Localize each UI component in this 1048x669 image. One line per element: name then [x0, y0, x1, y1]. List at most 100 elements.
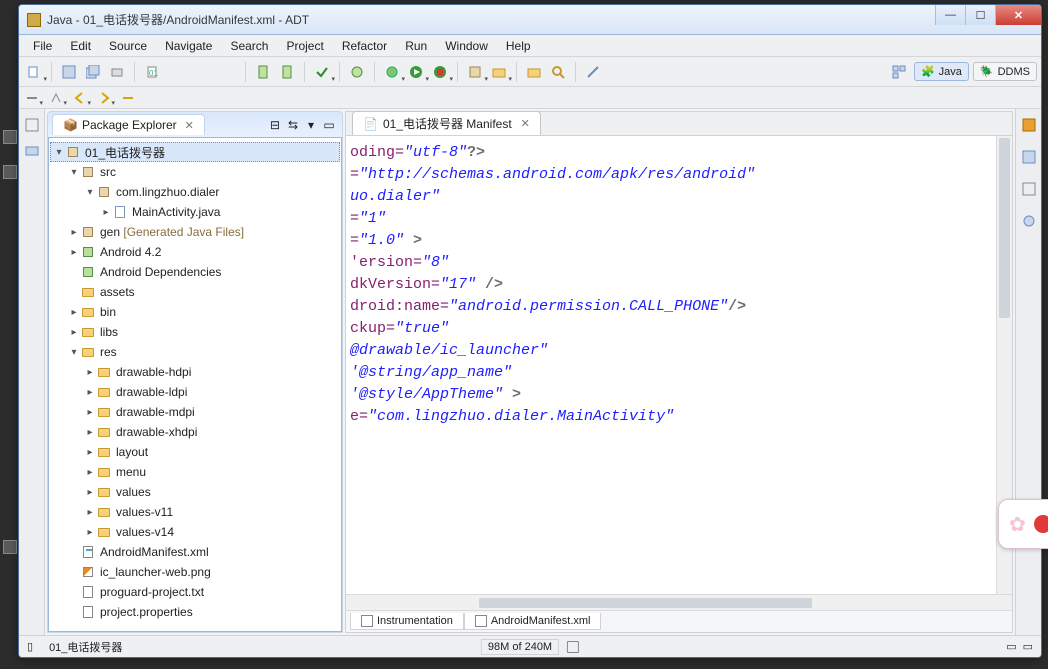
- wand-button[interactable]: [582, 61, 604, 83]
- tree-bin[interactable]: ▸bin: [50, 302, 340, 322]
- menu-navigate[interactable]: Navigate: [157, 37, 220, 55]
- tree-package[interactable]: ▾com.lingzhuo.dialer: [50, 182, 340, 202]
- home-button[interactable]: [119, 89, 137, 107]
- save-button[interactable]: [58, 61, 80, 83]
- trim-icon-1[interactable]: [1021, 117, 1037, 133]
- new-folder-button[interactable]: ▾: [488, 61, 510, 83]
- tree-java-file[interactable]: ▸MainActivity.java: [50, 202, 340, 222]
- menu-run[interactable]: Run: [397, 37, 435, 55]
- window-maximize-button[interactable]: ☐: [965, 5, 995, 25]
- menu-window[interactable]: Window: [437, 37, 496, 55]
- step-button[interactable]: ▾: [47, 89, 65, 107]
- perspective-java[interactable]: 🧩Java: [914, 62, 969, 81]
- explorer-tab[interactable]: 📦 Package Explorer ✕: [52, 114, 205, 135]
- open-perspective-button[interactable]: [888, 61, 910, 83]
- tree-res-folder[interactable]: ▸drawable-ldpi: [50, 382, 340, 402]
- folder-icon: [98, 448, 110, 457]
- tree-res-folder[interactable]: ▸values-v14: [50, 522, 340, 542]
- window-minimize-button[interactable]: —: [935, 5, 965, 25]
- tree-src[interactable]: ▾src: [50, 162, 340, 182]
- editor-tab-active[interactable]: 📄 01_电话拨号器 Manifest ✕: [352, 111, 541, 135]
- editor-h-scrollbar[interactable]: [346, 594, 1012, 610]
- folder-icon: [98, 428, 110, 437]
- bottom-tab-instrumentation[interactable]: Instrumentation: [350, 613, 464, 630]
- tree-res-folder[interactable]: ▸menu: [50, 462, 340, 482]
- save-all-button[interactable]: [82, 61, 104, 83]
- tree-res[interactable]: ▾res: [50, 342, 340, 362]
- minimized-view-icon[interactable]: [24, 143, 40, 159]
- close-view-icon[interactable]: ✕: [185, 119, 194, 132]
- dock-red-icon[interactable]: [1034, 515, 1048, 533]
- scroll-thumb[interactable]: [999, 138, 1010, 318]
- tree-res-folder[interactable]: ▸values-v11: [50, 502, 340, 522]
- tree-res-folder[interactable]: ▸drawable-mdpi: [50, 402, 340, 422]
- editor-tabbar: 📄 01_电话拨号器 Manifest ✕: [346, 112, 1012, 136]
- status-right-icon-1[interactable]: ▭: [1006, 640, 1016, 653]
- tree-android-lib[interactable]: ▸Android 4.2: [50, 242, 340, 262]
- tree-gen[interactable]: ▸gen [Generated Java Files]: [50, 222, 340, 242]
- tree-res-folder[interactable]: ▸values: [50, 482, 340, 502]
- sdk-manager-button[interactable]: 01: [141, 61, 163, 83]
- menu-help[interactable]: Help: [498, 37, 539, 55]
- close-editor-icon[interactable]: ✕: [521, 117, 530, 130]
- window-close-button[interactable]: ✕: [995, 5, 1041, 25]
- check-button[interactable]: ▾: [311, 61, 333, 83]
- right-trim: [1015, 109, 1041, 635]
- restore-view-icon[interactable]: [24, 117, 40, 133]
- tree-manifest-file[interactable]: ▸AndroidManifest.xml: [50, 542, 340, 562]
- tree-assets[interactable]: ▸assets: [50, 282, 340, 302]
- tree-launcher-file[interactable]: ▸ic_launcher-web.png: [50, 562, 340, 582]
- tree-label: Android Dependencies: [100, 265, 221, 279]
- tree-android-deps[interactable]: ▸Android Dependencies: [50, 262, 340, 282]
- avd-up-button[interactable]: [276, 61, 298, 83]
- nav-toolbar: ▾ ▾ ▾ ▾: [19, 87, 1041, 109]
- tree-label: drawable-ldpi: [116, 385, 187, 399]
- new-class-button[interactable]: [346, 61, 368, 83]
- debug-button[interactable]: ▾: [381, 61, 403, 83]
- menu-file[interactable]: File: [25, 37, 60, 55]
- new-button[interactable]: ▾: [23, 61, 45, 83]
- perspective-ddms[interactable]: 🪲DDMS: [973, 62, 1037, 81]
- menu-source[interactable]: Source: [101, 37, 155, 55]
- search-button[interactable]: [547, 61, 569, 83]
- menu-refactor[interactable]: Refactor: [334, 37, 395, 55]
- minimize-view-button[interactable]: ▭: [320, 116, 338, 134]
- workbench: 📦 Package Explorer ✕ ⊟ ⇆ ▾ ▭ ▾ 01_电话拨号器 …: [19, 109, 1041, 635]
- tree-props-file[interactable]: ▸project.properties: [50, 602, 340, 622]
- trim-icon-3[interactable]: [1021, 181, 1037, 197]
- ddms-icon: 🪲: [980, 65, 994, 78]
- run-last-button[interactable]: ▾: [429, 61, 451, 83]
- status-left-icon[interactable]: ▯: [27, 640, 33, 653]
- bottom-tab-xml[interactable]: AndroidManifest.xml: [464, 613, 602, 630]
- back-button[interactable]: ▾: [71, 89, 89, 107]
- project-tree[interactable]: ▾ 01_电话拨号器 ▾src ▾com.lingzhuo.dialer ▸Ma…: [48, 138, 342, 632]
- floating-dock[interactable]: ✿: [998, 499, 1048, 549]
- tree-res-folder[interactable]: ▸layout: [50, 442, 340, 462]
- menu-edit[interactable]: Edit: [62, 37, 99, 55]
- new-package-button[interactable]: ▾: [464, 61, 486, 83]
- status-right-icon-2[interactable]: ▭: [1023, 640, 1033, 653]
- view-menu-button[interactable]: ▾: [302, 116, 320, 134]
- collapse-all-button[interactable]: ⊟: [266, 116, 284, 134]
- tree-res-folder[interactable]: ▸drawable-hdpi: [50, 362, 340, 382]
- trim-icon-4[interactable]: [1021, 213, 1037, 229]
- trim-icon-2[interactable]: [1021, 149, 1037, 165]
- tree-res-folder[interactable]: ▸drawable-xhdpi: [50, 422, 340, 442]
- fold-button[interactable]: ▾: [23, 89, 41, 107]
- tree-proguard-file[interactable]: ▸proguard-project.txt: [50, 582, 340, 602]
- fwd-button[interactable]: ▾: [95, 89, 113, 107]
- avd-down-button[interactable]: [252, 61, 274, 83]
- tree-project[interactable]: ▾ 01_电话拨号器: [50, 142, 340, 162]
- editor[interactable]: oding="utf-8"?> ="http://schemas.android…: [346, 136, 996, 594]
- menu-search[interactable]: Search: [222, 37, 276, 55]
- text-file-icon: [83, 586, 93, 598]
- tree-libs[interactable]: ▸libs: [50, 322, 340, 342]
- link-editor-button[interactable]: ⇆: [284, 116, 302, 134]
- gc-button[interactable]: [567, 641, 579, 653]
- menu-project[interactable]: Project: [278, 37, 331, 55]
- open-type-button[interactable]: [523, 61, 545, 83]
- scroll-thumb[interactable]: [479, 598, 812, 608]
- run-button[interactable]: ▾: [405, 61, 427, 83]
- tree-label: src: [100, 165, 116, 179]
- print-button[interactable]: [106, 61, 128, 83]
